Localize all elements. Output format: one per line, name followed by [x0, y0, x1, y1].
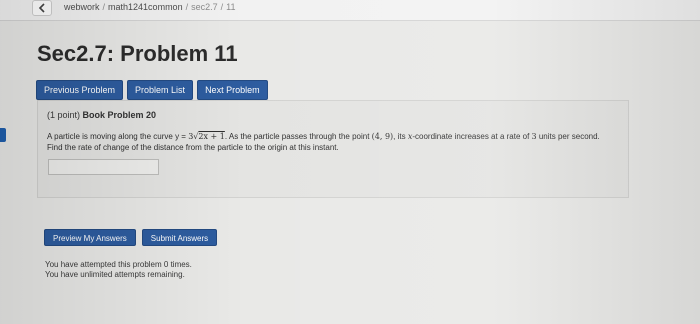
problem-navigation: Previous Problem Problem List Next Probl…: [36, 80, 268, 100]
breadcrumb-set[interactable]: sec2.7: [191, 2, 218, 12]
problem-text-part: A particle is moving along the curve y =: [47, 132, 189, 141]
page-title: Sec2.7: Problem 11: [37, 41, 238, 66]
problem-text-part: , its: [393, 132, 408, 141]
answer-actions: Preview My Answers Submit Answers: [44, 229, 218, 246]
problem-points: (1 point): [47, 110, 81, 120]
remaining-attempts-message: You have unlimited attempts remaining.: [45, 270, 185, 279]
back-button[interactable]: [32, 0, 52, 16]
problem-list-button[interactable]: Problem List: [127, 80, 194, 100]
breadcrumb-problem: 11: [226, 2, 236, 12]
chevron-left-icon: [38, 3, 45, 13]
breadcrumb-section[interactable]: math1241common: [108, 2, 183, 12]
problem-text-part: -coordinate increases at a rate of: [412, 132, 532, 141]
problem-header: (1 point) Book Problem 20: [47, 110, 156, 120]
submit-answers-button[interactable]: Submit Answers: [141, 229, 218, 246]
attempts-message: You have attempted this problem 0 times.: [45, 260, 192, 269]
preview-answers-button[interactable]: Preview My Answers: [44, 229, 136, 246]
breadcrumb: webwork / math1241common / sec2.7/11: [64, 2, 235, 12]
problem-source: Book Problem 20: [82, 110, 157, 120]
curve-coefficient: 3: [188, 132, 194, 141]
curve-radicand: 2x + 1: [198, 132, 225, 141]
breadcrumb-course[interactable]: webwork: [64, 2, 100, 12]
previous-problem-button[interactable]: Previous Problem: [36, 80, 124, 100]
breadcrumb-separator: /: [220, 2, 224, 12]
breadcrumb-separator: /: [102, 2, 106, 12]
breadcrumb-bar: webwork / math1241common / sec2.7/11: [0, 0, 700, 21]
problem-text-part: . As the particle passes through the poi…: [224, 132, 372, 141]
curve-equation: 3√2x + 1: [188, 132, 225, 141]
next-problem-button[interactable]: Next Problem: [197, 80, 268, 100]
problem-statement: A particle is moving along the curve y =…: [47, 131, 617, 153]
point-coordinates: (4, 9): [371, 132, 394, 141]
side-marker: [0, 128, 6, 142]
breadcrumb-separator: /: [185, 2, 189, 12]
problem-panel: (1 point) Book Problem 20 A particle is …: [37, 100, 629, 198]
answer-input[interactable]: [48, 159, 159, 175]
